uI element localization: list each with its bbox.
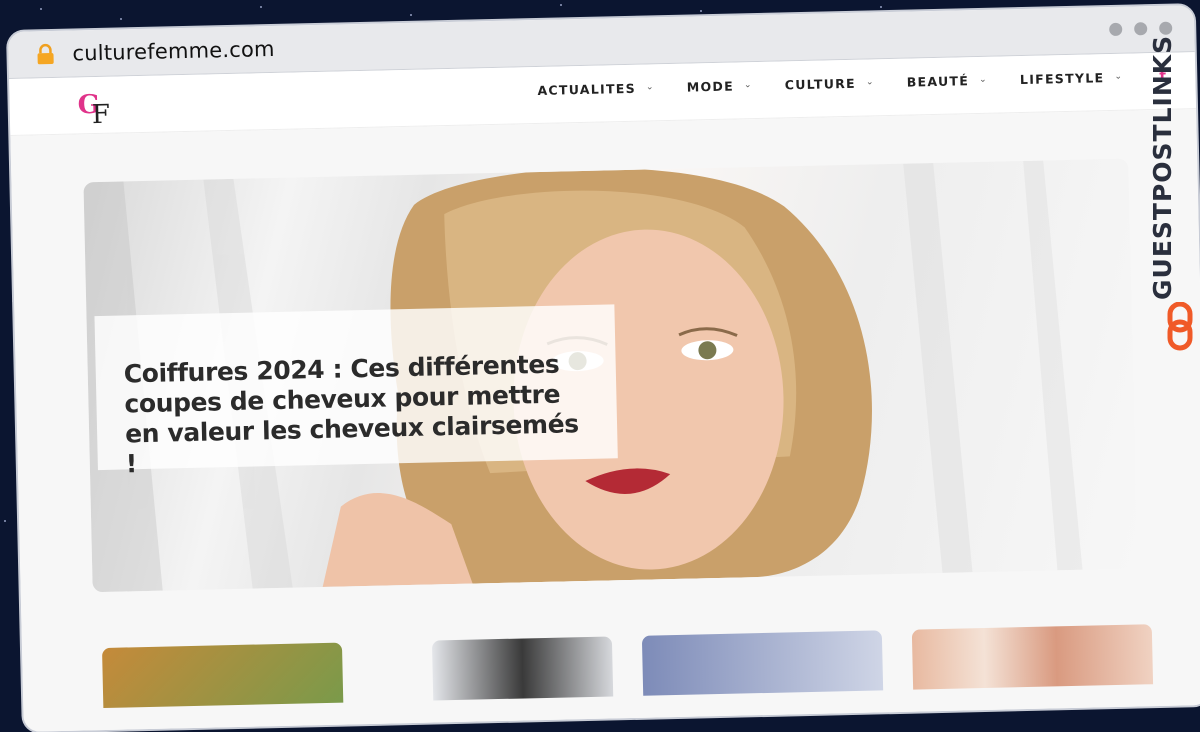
article-thumbnail[interactable]: [102, 642, 344, 709]
nav-item-label: CULTURE: [784, 75, 857, 92]
chevron-down-icon: ⌄: [645, 82, 655, 93]
window-dot[interactable]: [1109, 22, 1123, 37]
nav-item-label: ACTUALITES: [537, 80, 637, 98]
link-icon: [1167, 302, 1193, 351]
chevron-down-icon: ⌄: [1114, 71, 1124, 82]
chevron-down-icon: ⌄: [865, 77, 875, 88]
nav-item-lifestyle[interactable]: LIFESTYLE ⌄: [1019, 69, 1124, 87]
site-logo[interactable]: G F: [75, 86, 120, 128]
main-menu: ACTUALITES ⌄ MODE ⌄ CULTURE ⌄ BEAUTÉ ⌄ L…: [537, 67, 1166, 99]
window-dot[interactable]: [1134, 22, 1148, 36]
hero-title[interactable]: Coiffures 2024 : Ces différentes coupes …: [123, 349, 596, 480]
browser-window: culturefemme.com G F ACTUALITES ⌄ MODE ⌄…: [8, 5, 1200, 732]
nav-item-beaute[interactable]: BEAUTÉ ⌄: [907, 72, 989, 89]
article-thumbnail[interactable]: [641, 630, 884, 696]
chevron-down-icon: ⌄: [978, 74, 989, 85]
hero-caption: Coiffures 2024 : Ces différentes coupes …: [94, 304, 618, 478]
svg-text:F: F: [92, 100, 111, 128]
url-text[interactable]: culturefemme.com: [72, 37, 275, 66]
nav-item-mode[interactable]: MODE ⌄: [687, 78, 753, 94]
article-thumbnail[interactable]: [911, 624, 1154, 690]
nav-item-label: LIFESTYLE: [1019, 69, 1105, 87]
chevron-down-icon: ⌄: [743, 80, 753, 91]
watermark-text: GUESTPOSTLINKS: [1148, 34, 1177, 300]
lock-icon: [37, 43, 54, 65]
window-dot[interactable]: [1159, 21, 1173, 35]
nav-item-actualites[interactable]: ACTUALITES ⌄: [537, 80, 655, 98]
hero-article[interactable]: Coiffures 2024 : Ces différentes coupes …: [83, 158, 1138, 593]
nav-item-label: BEAUTÉ: [906, 72, 970, 90]
nav-item-label: MODE: [686, 78, 735, 95]
nav-item-culture[interactable]: CULTURE ⌄: [785, 75, 875, 92]
article-thumbnail[interactable]: [431, 636, 614, 701]
window-controls: [1109, 21, 1173, 37]
page-content: Coiffures 2024 : Ces différentes coupes …: [10, 109, 1200, 732]
